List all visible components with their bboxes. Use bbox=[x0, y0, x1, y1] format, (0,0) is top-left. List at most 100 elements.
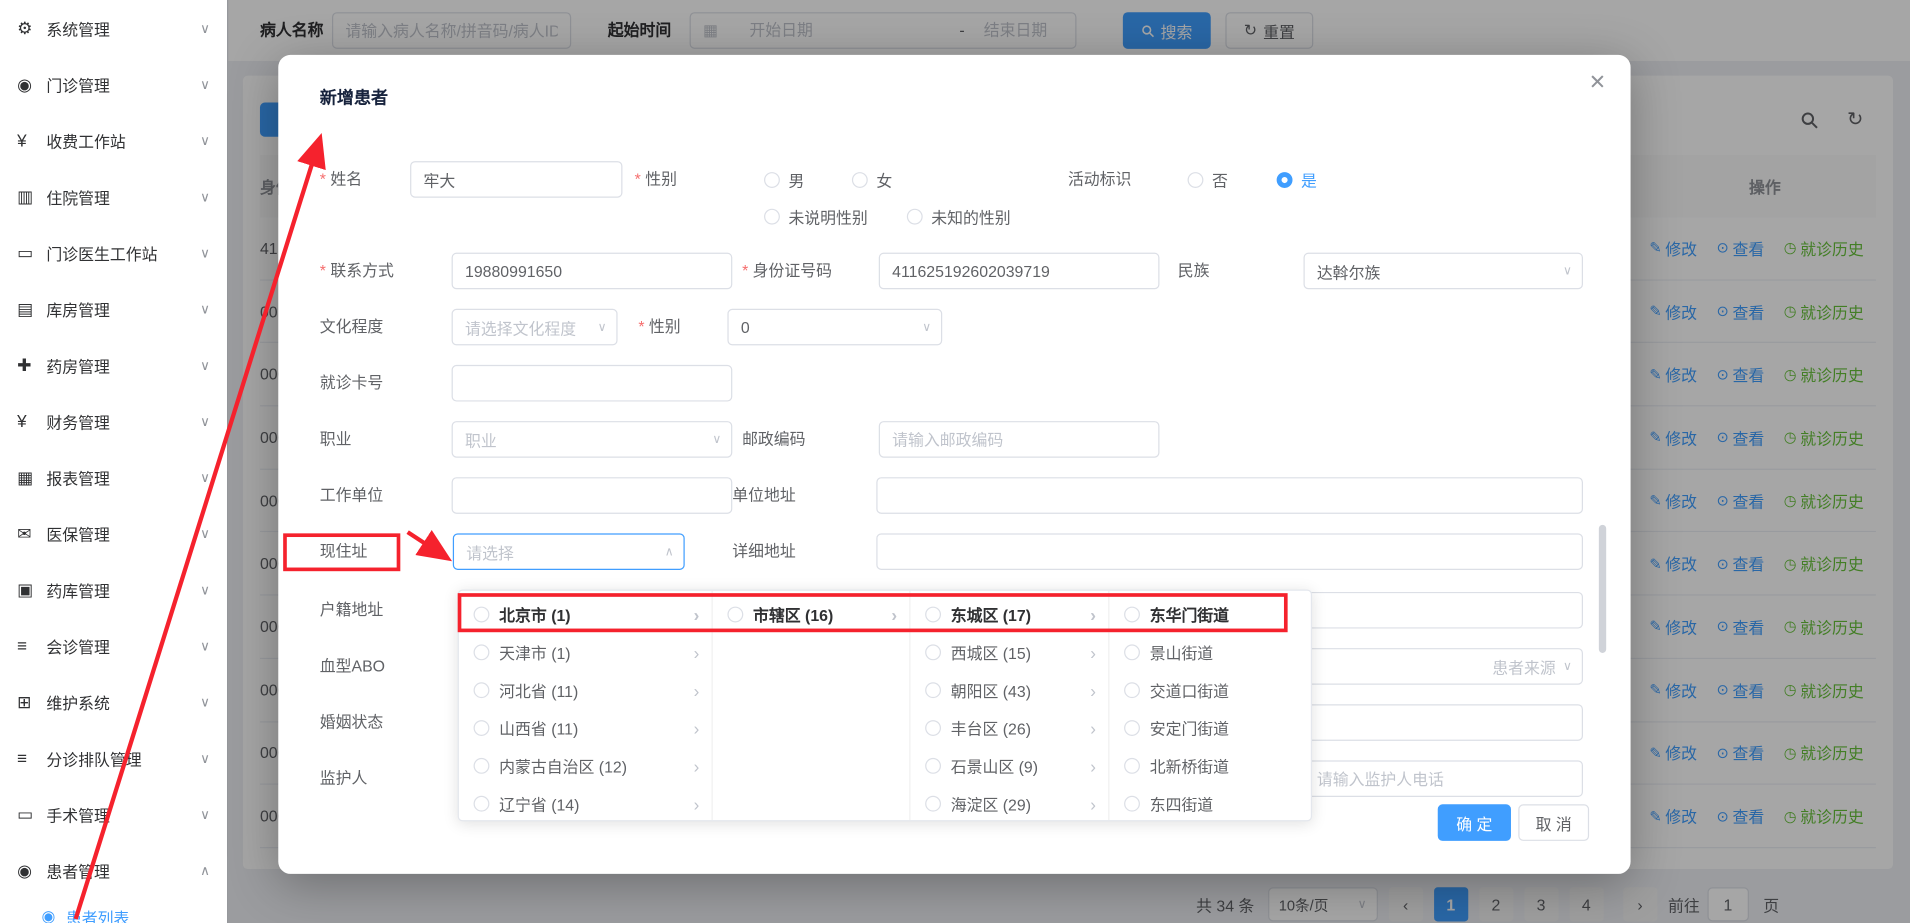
sidebar-item[interactable]: ⚙ 系统管理 ∨ bbox=[0, 0, 227, 56]
radio-male[interactable]: 男 bbox=[764, 161, 804, 198]
radio-gender-unspecified[interactable]: 未说明性别 bbox=[764, 198, 868, 235]
ethnicity-select[interactable]: 达斡尔族∨ bbox=[1303, 253, 1582, 290]
sidebar-item[interactable]: ¥ 收费工作站 ∨ bbox=[0, 112, 227, 168]
radio-icon bbox=[474, 682, 490, 698]
chevron-icon: ∨ bbox=[200, 469, 210, 485]
radio-icon bbox=[852, 171, 868, 187]
confirm-button[interactable]: 确 定 bbox=[1438, 804, 1511, 841]
sidebar-item[interactable]: ◉ 患者管理 ∧ bbox=[0, 842, 227, 898]
cascader-district-option[interactable]: 丰台区 (26) › bbox=[910, 709, 1108, 747]
sidebar-item-label: 手术管理 bbox=[46, 802, 200, 825]
sidebar-item[interactable]: ◉ 门诊管理 ∨ bbox=[0, 56, 227, 112]
contact-input[interactable] bbox=[452, 253, 733, 290]
detail-address-input[interactable] bbox=[876, 533, 1583, 570]
contact-label: 联系方式 bbox=[320, 253, 394, 290]
sidebar-item[interactable]: ✉ 医保管理 ∨ bbox=[0, 505, 227, 561]
sidebar-item-icon: ▤ bbox=[17, 298, 46, 319]
sidebar-item-icon: ⚙ bbox=[17, 18, 46, 39]
cascader-province-option[interactable]: 内蒙古自治区 (12) › bbox=[459, 747, 712, 785]
sidebar-item[interactable]: ≡ 会诊管理 ∨ bbox=[0, 618, 227, 674]
sidebar-item[interactable]: ▤ 库房管理 ∨ bbox=[0, 281, 227, 337]
cascader-province-option[interactable]: 天津市 (1) › bbox=[459, 633, 712, 671]
unit-address-input[interactable] bbox=[876, 477, 1583, 514]
cascader-district-option[interactable]: 海淀区 (29) › bbox=[910, 785, 1108, 820]
cascader-district-option[interactable]: 朝阳区 (43) › bbox=[910, 671, 1108, 709]
sidebar-item[interactable]: ▣ 药库管理 ∨ bbox=[0, 561, 227, 617]
sidebar-subitem-label: 患者列表 bbox=[66, 905, 129, 923]
arrow-right-icon: › bbox=[694, 718, 700, 738]
sidebar-item[interactable]: ≡ 分诊排队管理 ∨ bbox=[0, 730, 227, 786]
gender2-select[interactable]: 0∨ bbox=[727, 309, 942, 346]
sidebar-item[interactable]: ¥ 财务管理 ∨ bbox=[0, 393, 227, 449]
sidebar-item[interactable]: ⊞ 维护系统 ∨ bbox=[0, 674, 227, 730]
id-number-input[interactable] bbox=[879, 253, 1160, 290]
ethnicity-label: 民族 bbox=[1178, 253, 1210, 290]
work-unit-input[interactable] bbox=[452, 477, 733, 514]
cascader-district-option[interactable]: 西城区 (15) › bbox=[910, 633, 1108, 671]
cancel-button[interactable]: 取 消 bbox=[1518, 804, 1589, 841]
sidebar-item-label: 库房管理 bbox=[46, 297, 200, 320]
cascader-city-column: 市辖区 (16) › bbox=[713, 591, 911, 820]
sidebar-item-label: 财务管理 bbox=[46, 409, 200, 432]
postcode-input[interactable] bbox=[879, 421, 1160, 458]
sidebar-item[interactable]: ✚ 药房管理 ∨ bbox=[0, 337, 227, 393]
modal-scrollbar-thumb[interactable] bbox=[1599, 525, 1606, 653]
cascader-district-option[interactable]: 东城区 (17) › bbox=[910, 596, 1108, 634]
chevron-down-icon: ∨ bbox=[598, 320, 607, 333]
radio-active-no[interactable]: 否 bbox=[1188, 161, 1228, 198]
close-icon[interactable]: ✕ bbox=[1589, 71, 1606, 95]
cascader-street-option[interactable]: 东华门街道 bbox=[1109, 596, 1312, 634]
sidebar-item-icon: ✚ bbox=[17, 355, 46, 376]
registered-detail-address-input[interactable] bbox=[1303, 592, 1582, 629]
occupation-select[interactable]: 职业∨ bbox=[452, 421, 733, 458]
name-label: 姓名 bbox=[320, 161, 362, 198]
sidebar-item-icon: ▭ bbox=[17, 242, 46, 263]
visit-card-input[interactable] bbox=[452, 365, 733, 402]
sidebar-item-icon: ▥ bbox=[17, 186, 46, 207]
sidebar-item-icon: ≡ bbox=[17, 748, 46, 768]
guardian-phone-input[interactable] bbox=[1303, 760, 1582, 797]
sidebar-item[interactable]: ▭ 门诊医生工作站 ∨ bbox=[0, 225, 227, 281]
radio-gender-unknown[interactable]: 未知的性别 bbox=[907, 198, 1011, 235]
sidebar: ⚙ 系统管理 ∨ ◉ 门诊管理 ∨ ¥ 收费工作站 ∨ ▥ 住院管理 ∨ ▭ 门… bbox=[0, 0, 228, 923]
gender2-label: 性别 bbox=[638, 309, 680, 346]
cascader-street-option[interactable]: 景山街道 bbox=[1109, 633, 1312, 671]
education-select[interactable]: 请选择文化程度∨ bbox=[452, 309, 618, 346]
cascader-street-option[interactable]: 交道口街道 bbox=[1109, 671, 1312, 709]
sidebar-item-label: 医保管理 bbox=[46, 522, 200, 545]
sidebar-item[interactable]: ▦ 报表管理 ∨ bbox=[0, 449, 227, 505]
radio-icon bbox=[474, 644, 490, 660]
sidebar-item[interactable]: ▭ 手术管理 ∨ bbox=[0, 786, 227, 842]
radio-icon bbox=[1124, 682, 1140, 698]
chevron-down-icon: ∨ bbox=[712, 433, 721, 446]
cascader-street-option[interactable]: 北新桥街道 bbox=[1109, 747, 1312, 785]
cascader-district-option[interactable]: 石景山区 (9) › bbox=[910, 747, 1108, 785]
cascader-city-option[interactable]: 市辖区 (16) › bbox=[713, 596, 910, 634]
chevron-icon: ∨ bbox=[200, 357, 210, 373]
radio-active-yes[interactable]: 是 bbox=[1277, 161, 1317, 198]
cascader-street-option[interactable]: 安定门街道 bbox=[1109, 709, 1312, 747]
marital-right-input[interactable] bbox=[1303, 704, 1582, 741]
current-address-cascader[interactable]: 请选择∧ bbox=[453, 533, 685, 570]
radio-icon bbox=[474, 720, 490, 736]
occupation-label: 职业 bbox=[320, 421, 352, 458]
patient-source-select[interactable]: 患者来源∨ bbox=[1303, 648, 1582, 685]
radio-icon bbox=[764, 208, 780, 224]
cascader-province-option[interactable]: 北京市 (1) › bbox=[459, 596, 712, 634]
sidebar-item-icon: ✉ bbox=[17, 523, 46, 544]
sidebar-item[interactable]: ▥ 住院管理 ∨ bbox=[0, 168, 227, 224]
cascader-street-option[interactable]: 东四街道 bbox=[1109, 785, 1312, 820]
sidebar-item-label: 报表管理 bbox=[46, 466, 200, 489]
sidebar-item-icon: ¥ bbox=[17, 411, 46, 431]
patient-list-icon: ◉ bbox=[41, 907, 65, 923]
radio-icon bbox=[907, 208, 923, 224]
arrow-right-icon: › bbox=[1090, 605, 1096, 625]
blood-type-label: 血型ABO bbox=[320, 648, 385, 685]
chevron-icon: ∨ bbox=[200, 413, 210, 429]
radio-female[interactable]: 女 bbox=[852, 161, 892, 198]
cascader-province-option[interactable]: 河北省 (11) › bbox=[459, 671, 712, 709]
cascader-province-option[interactable]: 辽宁省 (14) › bbox=[459, 785, 712, 820]
name-input[interactable] bbox=[410, 161, 622, 198]
sidebar-item-patient-list[interactable]: ◉ 患者列表 bbox=[0, 898, 227, 923]
cascader-province-option[interactable]: 山西省 (11) › bbox=[459, 709, 712, 747]
